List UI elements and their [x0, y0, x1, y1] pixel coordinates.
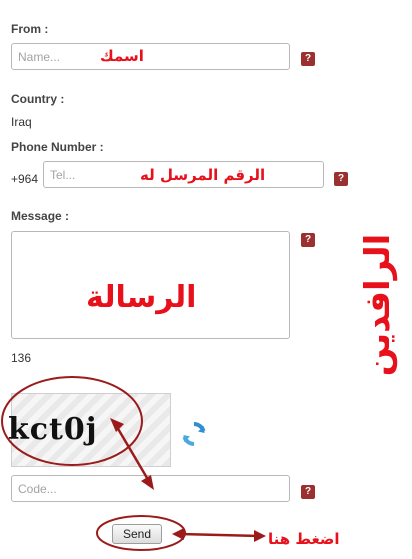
send-arrow-line	[179, 532, 259, 538]
captcha-arrow-head-top	[110, 418, 124, 432]
captcha-arrow-head-bottom	[141, 475, 154, 490]
send-arrow-head-left	[172, 528, 184, 540]
send-arrow-head-right	[254, 530, 266, 542]
captcha-arrow-line	[115, 426, 152, 484]
send-highlight-ellipse	[96, 515, 186, 551]
annotation-overlay	[1, 376, 266, 551]
captcha-highlight-ellipse	[1, 376, 143, 466]
